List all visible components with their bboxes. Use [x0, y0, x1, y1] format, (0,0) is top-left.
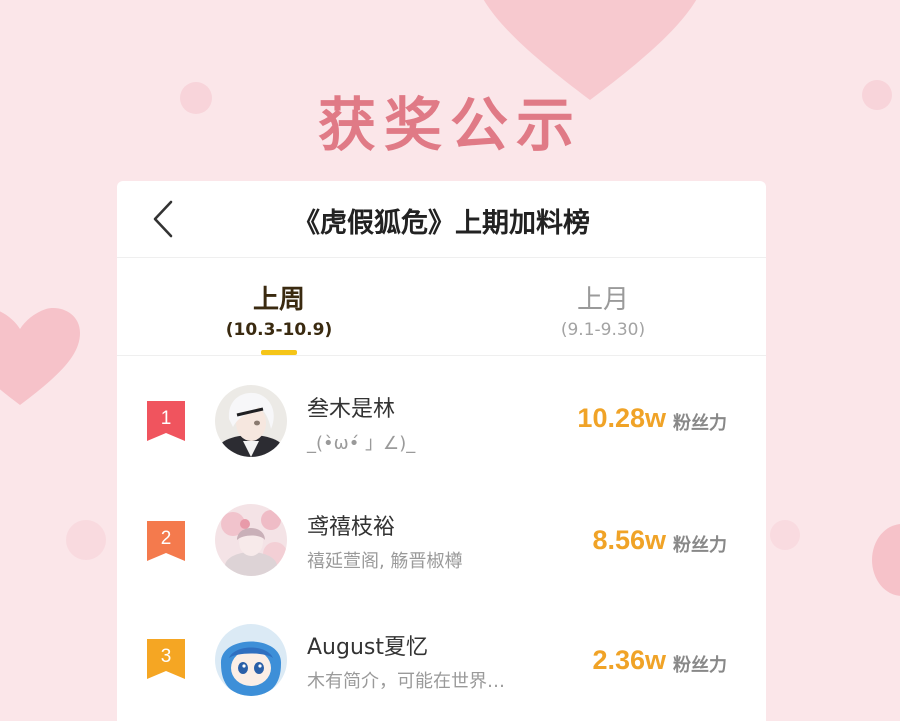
fan-power-score: 10.28w	[577, 403, 666, 433]
rank-number: 1	[160, 408, 172, 429]
leaderboard-row[interactable]: 1 叁木是林 _(•̀ω•́ 」∠)_ 10.28w 粉丝力	[117, 361, 766, 481]
user-name: 鸢禧枝裕	[307, 515, 396, 540]
leaderboard-card: 《虎假狐危》上期加料榜 上周 (10.3-10.9) 上月 (9.1-9.30)…	[117, 181, 766, 721]
fan-power-score: 2.36w	[592, 645, 666, 675]
fan-power-label: 粉丝力	[673, 535, 727, 556]
avatar[interactable]	[215, 624, 287, 696]
user-bio: 禧延萱阁, 觞晋椒樽	[307, 551, 463, 572]
active-tab-indicator	[261, 350, 297, 355]
tab-label: 上周	[252, 285, 305, 315]
tab-label: 上月	[576, 285, 629, 315]
fan-power-label: 粉丝力	[673, 655, 727, 676]
background-dot	[770, 520, 800, 550]
user-name: August夏忆	[307, 635, 428, 660]
fan-power-score: 8.56w	[592, 525, 666, 555]
tab-date-range: (10.3-10.9)	[225, 320, 333, 340]
period-tabs: 上周 (10.3-10.9) 上月 (9.1-9.30)	[117, 258, 766, 356]
leaderboard-row[interactable]: 3 August夏忆 木有简介，可能在世界… 2.36w 粉丝力	[117, 601, 766, 721]
user-bio: _(•̀ω•́ 」∠)_	[307, 433, 416, 454]
header-bar: 《虎假狐危》上期加料榜	[117, 181, 766, 258]
banner-title: 获奖公示	[317, 91, 582, 159]
tab-date-range: (9.1-9.30)	[560, 320, 646, 340]
tab-last-week[interactable]: 上周 (10.3-10.9)	[179, 284, 379, 342]
background-heart-left	[0, 308, 80, 405]
user-bio: 木有简介，可能在世界…	[307, 671, 505, 692]
avatar[interactable]	[215, 504, 287, 576]
avatar[interactable]	[215, 385, 287, 457]
tab-last-month[interactable]: 上月 (9.1-9.30)	[503, 284, 703, 342]
background-dot	[66, 520, 106, 560]
rank-badge: 2	[147, 521, 185, 561]
page-title: 《虎假狐危》上期加料榜	[293, 208, 590, 239]
background-heart-right	[872, 524, 900, 596]
user-name: 叁木是林	[307, 397, 396, 422]
leaderboard-row[interactable]: 2 鸢禧枝裕 禧延萱阁, 觞晋椒樽 8.56w 粉丝力	[117, 481, 766, 601]
rank-badge: 3	[147, 639, 185, 679]
fan-power-label: 粉丝力	[673, 413, 727, 434]
rank-number: 2	[160, 528, 172, 549]
rank-badge: 1	[147, 401, 185, 441]
rank-number: 3	[160, 646, 172, 667]
